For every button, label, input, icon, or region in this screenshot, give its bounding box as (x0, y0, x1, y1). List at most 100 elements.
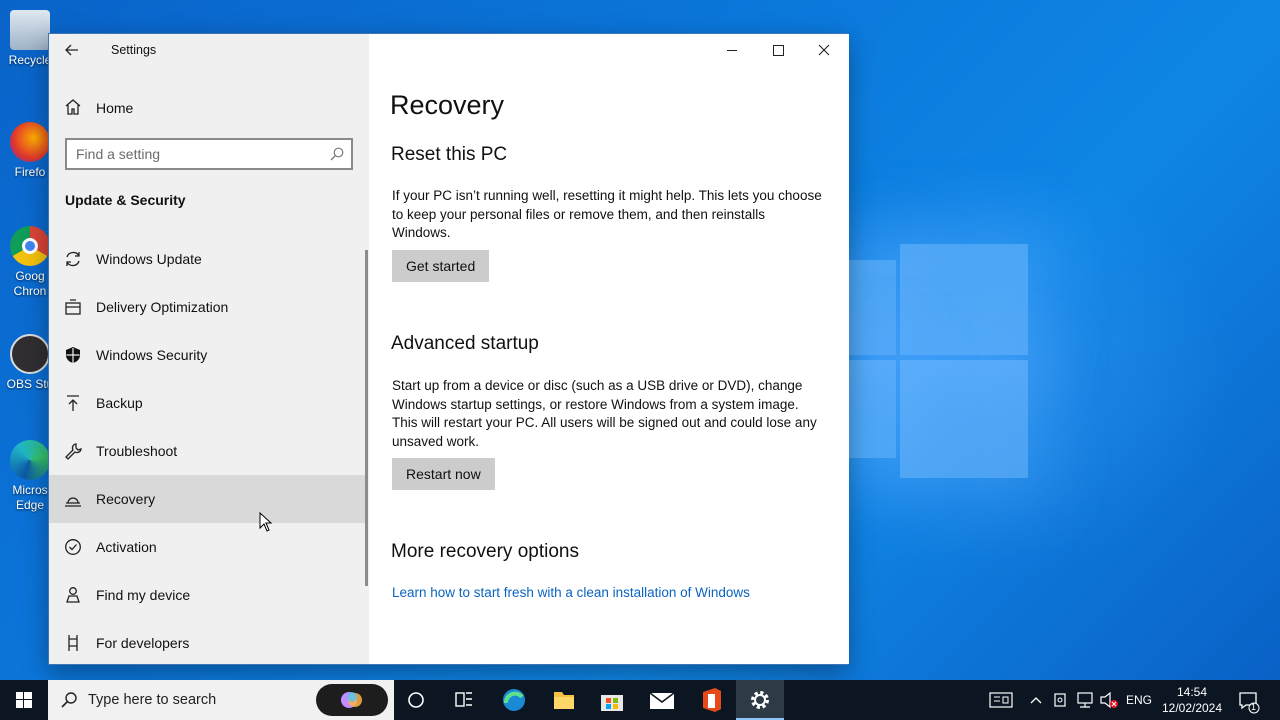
tray-volume-button[interactable] (1098, 680, 1120, 720)
nav-item-label: Windows Update (96, 251, 202, 267)
taskbar-edge[interactable] (490, 680, 538, 720)
nav-item-label: Recovery (96, 491, 156, 507)
chevron-up-icon (1030, 697, 1042, 704)
page-title: Recovery (390, 90, 505, 120)
store-icon (601, 695, 623, 711)
tray-news-button[interactable] (986, 680, 1016, 720)
folder-icon (554, 692, 574, 709)
settings-content: Recovery Reset this PC If your PC isn’t … (369, 34, 849, 664)
notification-count: 1 (1251, 702, 1257, 712)
developer-tools-icon (68, 635, 78, 651)
circle-icon (408, 692, 424, 708)
advanced-startup-heading: Advanced startup (391, 333, 539, 354)
get-started-button[interactable]: Get started (392, 250, 490, 282)
edge-icon (10, 440, 50, 480)
sync-icon (66, 251, 80, 267)
windows-wallpaper-logo (848, 238, 1038, 488)
tray-device-icon-button[interactable] (1050, 680, 1072, 720)
nav-item-activation[interactable]: Activation (49, 523, 366, 571)
task-view-cortana-button[interactable] (392, 680, 440, 720)
settings-sidebar: Settings Home Update & Security Windows … (49, 34, 369, 664)
search-icon (61, 692, 77, 708)
copilot-button[interactable] (316, 684, 388, 716)
check-circle-icon (65, 539, 81, 555)
action-center-button[interactable]: 1 (1234, 680, 1274, 720)
device-icon (1054, 693, 1066, 707)
recycle-bin-icon (10, 10, 50, 50)
clean-install-link[interactable]: Learn how to start fresh with a clean in… (392, 585, 750, 600)
nav-list: Windows Update Delivery Optimization Win… (49, 235, 366, 667)
copilot-icon (341, 692, 362, 708)
title-bar: Settings (49, 34, 369, 66)
shield-icon (66, 347, 80, 363)
taskbar-store[interactable] (588, 680, 636, 720)
back-arrow-icon (65, 44, 78, 56)
clock-date: 12/02/2024 (1161, 701, 1223, 715)
settings-search-input[interactable] (67, 140, 317, 168)
nav-item-label: Windows Security (96, 347, 208, 363)
task-view-button[interactable] (440, 680, 488, 720)
nav-item-label: Delivery Optimization (96, 299, 229, 315)
back-button[interactable] (59, 38, 85, 62)
nav-item-label: For developers (96, 635, 190, 651)
sidebar-scrollbar[interactable] (365, 250, 368, 586)
taskbar-settings[interactable] (736, 680, 784, 720)
taskbar-file-explorer[interactable] (540, 680, 588, 720)
obs-icon (10, 334, 50, 374)
edge-icon (503, 689, 525, 711)
delivery-icon (65, 299, 81, 315)
gear-icon (751, 691, 769, 709)
volume-muted-icon (1100, 691, 1118, 709)
notification-icon (1239, 692, 1260, 714)
maximize-icon (773, 45, 784, 56)
tray-network-button[interactable] (1074, 680, 1096, 720)
section-title: Update & Security (65, 192, 186, 208)
taskbar: Type here to search ENG 14:54 12/02/2024… (0, 680, 1280, 720)
taskbar-mail[interactable] (638, 680, 686, 720)
wrench-icon (65, 443, 82, 460)
nav-item-windows-security[interactable]: Windows Security (49, 331, 366, 379)
firefox-icon (10, 122, 50, 162)
restart-now-button[interactable]: Restart now (392, 458, 495, 490)
clock-time: 14:54 (1176, 685, 1208, 699)
recovery-icon (65, 497, 81, 507)
nav-item-recovery[interactable]: Recovery (49, 475, 366, 523)
tray-overflow-button[interactable] (1026, 680, 1046, 720)
tray-language[interactable]: ENG (1124, 680, 1154, 720)
upload-arrow-icon (67, 395, 79, 411)
nav-item-windows-update[interactable]: Windows Update (49, 235, 366, 283)
taskbar-office[interactable] (688, 680, 736, 720)
advanced-startup-description: Start up from a device or disc (such as … (392, 378, 817, 449)
nav-item-label: Troubleshoot (96, 443, 178, 459)
nav-item-backup[interactable]: Backup (49, 379, 366, 427)
taskbar-clock[interactable]: 14:54 12/02/2024 (1160, 684, 1224, 716)
nav-home-label: Home (96, 100, 134, 116)
minimize-button[interactable] (709, 34, 755, 66)
nav-item-troubleshoot[interactable]: Troubleshoot (49, 427, 366, 475)
start-button[interactable] (0, 680, 48, 720)
home-icon (65, 99, 81, 115)
minimize-icon (727, 50, 737, 51)
nav-item-find-my-device[interactable]: Find my device (49, 571, 366, 619)
more-recovery-heading: More recovery options (391, 541, 579, 562)
close-button[interactable] (801, 34, 847, 66)
nav-item-for-developers[interactable]: For developers (49, 619, 366, 667)
person-location-icon (66, 587, 80, 603)
nav-item-delivery-optimization[interactable]: Delivery Optimization (49, 283, 366, 331)
mouse-cursor-icon (259, 512, 273, 532)
nav-home[interactable]: Home (49, 91, 369, 123)
office-icon (703, 688, 721, 712)
chrome-icon (10, 226, 50, 266)
taskbar-search-box[interactable]: Type here to search (48, 680, 394, 720)
nav-item-label: Activation (96, 539, 157, 555)
window-caption-buttons (709, 34, 849, 66)
search-icon[interactable] (330, 147, 344, 161)
news-icon (989, 692, 1013, 708)
reset-description: If your PC isn’t running well, resetting… (392, 188, 822, 240)
close-icon (818, 44, 830, 56)
network-icon (1077, 692, 1093, 708)
maximize-button[interactable] (755, 34, 801, 66)
settings-search-box[interactable] (65, 138, 353, 170)
task-view-icon (455, 692, 472, 707)
nav-item-label: Find my device (96, 587, 191, 603)
